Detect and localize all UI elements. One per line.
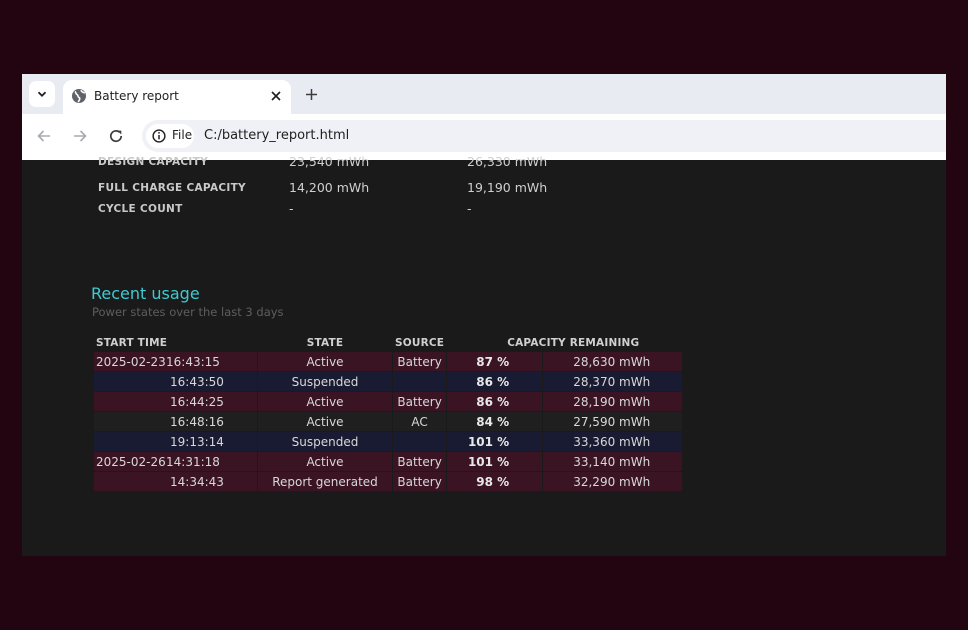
source-cell xyxy=(393,432,447,451)
plus-icon xyxy=(305,88,317,100)
tab-title: Battery report xyxy=(94,89,179,103)
source-cell: Battery xyxy=(393,452,447,471)
spec-value-cycle-count-1: - xyxy=(289,201,294,216)
spec-value-full-charge-capacity-1: 14,200 mWh xyxy=(289,180,370,195)
start-time-cell: 14:34:43 xyxy=(94,472,257,491)
source-cell: Battery xyxy=(393,352,447,371)
source-cell: Battery xyxy=(393,392,447,411)
table-row: 14:34:43 Report generated Battery 98 % 3… xyxy=(94,472,683,491)
capacity-percent-cell: 101 % xyxy=(447,452,543,471)
date-text: 2025-02-26 xyxy=(96,454,166,469)
header-state: STATE xyxy=(306,337,344,349)
globe-icon xyxy=(72,89,86,103)
source-cell: AC xyxy=(393,412,447,431)
state-cell: Suspended xyxy=(258,372,392,391)
capacity-percent-cell: 98 % xyxy=(447,472,543,491)
time-text: 19:13:14 xyxy=(170,434,224,449)
file-chip-label: File xyxy=(172,128,193,142)
time-text: 14:31:18 xyxy=(166,454,220,469)
url-text[interactable]: C:/battery_report.html xyxy=(204,128,349,143)
header-start-time: START TIME xyxy=(96,337,168,349)
forward-icon xyxy=(74,130,87,142)
capacity-mwh-cell: 32,290 mWh xyxy=(543,472,683,491)
percent-text: 84 % xyxy=(476,414,510,429)
address-bar[interactable]: File C:/battery_report.html xyxy=(142,120,946,152)
spec-value-cycle-count-2: - xyxy=(467,201,472,216)
table-row: 16:44:25 Active Battery 86 % 28,190 mWh xyxy=(94,392,683,411)
capacity-percent-cell: 86 % xyxy=(447,372,543,391)
capacity-mwh-cell: 28,630 mWh xyxy=(543,352,683,371)
table-row: 2025-02-2614:31:18 Active Battery 101 % … xyxy=(94,452,683,471)
header-capacity-remaining: CAPACITY REMAINING xyxy=(507,337,640,349)
start-time-cell: 2025-02-2614:31:18 xyxy=(94,452,257,471)
time-text: 16:44:25 xyxy=(170,394,224,409)
state-cell: Active xyxy=(258,352,392,371)
capacity-percent-cell: 101 % xyxy=(447,432,543,451)
tab-list-icon xyxy=(37,91,47,97)
spec-value-design-capacity-1: 23,540 mWh xyxy=(289,154,370,169)
section-title: Recent usage xyxy=(91,284,200,303)
back-button[interactable] xyxy=(32,124,56,148)
forward-button[interactable] xyxy=(68,124,92,148)
start-time-cell: 16:48:16 xyxy=(94,412,257,431)
table-row: 19:13:14 Suspended 101 % 33,360 mWh xyxy=(94,432,683,451)
browser-window: Battery report File C:/battery_report.ht… xyxy=(22,74,946,556)
new-tab-button[interactable] xyxy=(300,83,322,105)
spec-label-full-charge-capacity: FULL CHARGE CAPACITY xyxy=(98,182,246,194)
percent-text: 101 % xyxy=(467,434,510,449)
spec-label-design-capacity: DESIGN CAPACITY xyxy=(98,156,208,168)
percent-text: 86 % xyxy=(476,394,510,409)
reload-button[interactable] xyxy=(104,124,128,148)
start-time-cell: 2025-02-2316:43:15 xyxy=(94,352,257,371)
capacity-percent-cell: 86 % xyxy=(447,392,543,411)
time-text: 16:43:15 xyxy=(166,354,220,369)
start-time-cell: 19:13:14 xyxy=(94,432,257,451)
site-info-chip[interactable]: File xyxy=(146,124,194,148)
close-icon xyxy=(271,91,281,101)
table-row: 2025-02-2316:43:15 Active Battery 87 % 2… xyxy=(94,352,683,371)
tab-strip: Battery report xyxy=(22,74,946,114)
spec-value-design-capacity-2: 26,330 mWh xyxy=(467,154,548,169)
percent-text: 101 % xyxy=(467,454,510,469)
table-row: 16:43:50 Suspended 86 % 28,370 mWh xyxy=(94,372,683,391)
state-cell: Active xyxy=(258,392,392,411)
start-time-cell: 16:44:25 xyxy=(94,392,257,411)
date-text: 2025-02-23 xyxy=(96,354,166,369)
percent-text: 98 % xyxy=(476,474,510,489)
capacity-mwh-cell: 27,590 mWh xyxy=(543,412,683,431)
state-cell: Active xyxy=(258,412,392,431)
state-cell: Report generated xyxy=(258,472,392,491)
start-time-cell: 16:43:50 xyxy=(94,372,257,391)
percent-text: 86 % xyxy=(476,374,510,389)
info-icon xyxy=(152,129,166,143)
spec-label-cycle-count: CYCLE COUNT xyxy=(98,203,183,215)
state-cell: Suspended xyxy=(258,432,392,451)
capacity-mwh-cell: 33,360 mWh xyxy=(543,432,683,451)
recent-usage-table: START TIME STATE SOURCE CAPACITY REMAINI… xyxy=(93,334,683,492)
capacity-mwh-cell: 28,190 mWh xyxy=(543,392,683,411)
spec-value-full-charge-capacity-2: 19,190 mWh xyxy=(467,180,548,195)
capacity-mwh-cell: 28,370 mWh xyxy=(543,372,683,391)
reload-icon xyxy=(109,130,123,143)
header-source: SOURCE xyxy=(395,337,445,349)
time-text: 16:48:16 xyxy=(170,414,224,429)
capacity-percent-cell: 84 % xyxy=(447,412,543,431)
source-cell: Battery xyxy=(393,472,447,491)
section-subtitle: Power states over the last 3 days xyxy=(92,305,284,319)
time-text: 16:43:50 xyxy=(170,374,224,389)
state-cell: Active xyxy=(258,452,392,471)
table-row: 16:48:16 Active AC 84 % 27,590 mWh xyxy=(94,412,683,431)
tab-list-button[interactable] xyxy=(29,81,55,107)
percent-text: 87 % xyxy=(476,354,510,369)
tab-battery-report[interactable]: Battery report xyxy=(63,80,291,114)
back-icon xyxy=(37,130,50,142)
capacity-mwh-cell: 33,140 mWh xyxy=(543,452,683,471)
capacity-percent-cell: 87 % xyxy=(447,352,543,371)
close-tab-button[interactable] xyxy=(266,86,286,106)
battery-report-page: DESIGN CAPACITY 23,540 mWh 26,330 mWh FU… xyxy=(22,154,946,556)
source-cell xyxy=(393,372,447,391)
time-text: 14:34:43 xyxy=(170,474,224,489)
